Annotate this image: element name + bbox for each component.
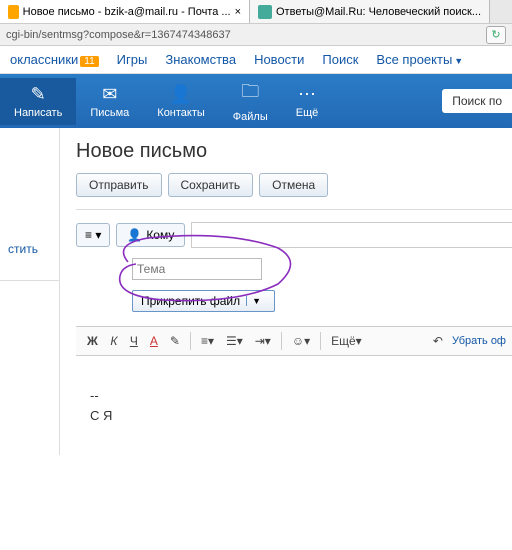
answers-favicon [258,5,272,19]
attach-row: Прикрепить файл ▼ [132,290,512,312]
folder-icon: 🗀 [233,79,268,109]
editor-toolbar: Ж К Ч А ✎ ≡▾ ☰▾ ⇥▾ ☺▾ Ещё▾ ↶ Убрать оф [76,326,512,356]
envelope-icon: ✉ [90,84,129,105]
mail-favicon [8,5,19,19]
toolbar-letters[interactable]: ✉ Письма [76,78,143,125]
toolbar-files[interactable]: 🗀 Файлы [219,73,282,129]
align-button[interactable]: ≡▾ [196,331,219,351]
chevron-down-icon[interactable]: ▼ [246,296,266,306]
separator [190,332,191,350]
nav-all-projects[interactable]: Все проекты▼ [376,52,463,67]
dots-icon: ⋯ [296,84,319,105]
text-color-button[interactable]: А [145,331,163,351]
nav-odnoklassniki[interactable]: оклассники11 [10,52,99,67]
address-bar[interactable]: cgi-bin/sentmsg?compose&r=1367474348637 [6,29,231,41]
subject-input[interactable] [132,258,262,280]
send-button[interactable]: Отправить [76,173,162,197]
more-button[interactable]: Ещё▾ [326,331,367,351]
toolbar-more[interactable]: ⋯ Ещё [282,78,333,125]
tab-compose[interactable]: Новое письмо - bzik-a@mail.ru - Почта ..… [0,0,250,23]
undo-icon[interactable]: ↶ [428,331,448,351]
divider [0,280,59,281]
list-button[interactable]: ☰▾ [221,331,248,351]
mail-toolbar: ✎ Написать ✉ Письма 👤 Контакты 🗀 Файлы ⋯… [0,74,512,128]
underline-button[interactable]: Ч [125,331,143,351]
compose-pane: Новое письмо Отправить Сохранить Отмена … [60,128,512,455]
tab-label: Ответы@Mail.Ru: Человеческий поиск... [276,6,481,18]
italic-button[interactable]: К [105,331,123,351]
sidebar: стить [0,128,60,455]
cancel-button[interactable]: Отмена [259,173,328,197]
priority-button[interactable]: ≡ ▾ [76,223,110,247]
indent-button[interactable]: ⇥▾ [250,331,276,351]
bg-color-button[interactable]: ✎ [165,331,185,351]
toolbar-contacts[interactable]: 👤 Контакты [143,78,219,125]
subject-row [132,258,512,280]
separator [320,332,321,350]
bold-button[interactable]: Ж [82,331,103,351]
separator [281,332,282,350]
reload-button[interactable]: ↻ [486,26,506,44]
nav-search[interactable]: Поиск [322,52,358,67]
remove-format-link[interactable]: Убрать оф [452,335,506,347]
attach-button[interactable]: Прикрепить файл ▼ [132,290,275,312]
chevron-down-icon: ▼ [454,56,463,66]
browser-tabs: Новое письмо - bzik-a@mail.ru - Почта ..… [0,0,512,24]
nav-news[interactable]: Новости [254,52,304,67]
person-icon: 👤 [157,84,205,105]
nav-dating[interactable]: Знакомства [165,52,236,67]
toolbar-compose[interactable]: ✎ Написать [0,78,76,125]
tab-answers[interactable]: Ответы@Mail.Ru: Человеческий поиск... [250,0,490,23]
to-input[interactable] [191,222,512,248]
address-bar-row: cgi-bin/sentmsg?compose&r=1367474348637 … [0,24,512,46]
tab-label: Новое письмо - bzik-a@mail.ru - Почта ..… [23,6,231,18]
action-row: Отправить Сохранить Отмена [76,173,512,210]
to-button[interactable]: 👤 Кому [116,223,185,247]
emoji-button[interactable]: ☺▾ [287,331,315,351]
portal-nav: оклассники11 Игры Знакомства Новости Пои… [0,46,512,74]
badge-count: 11 [80,56,98,67]
close-icon[interactable]: × [235,6,241,18]
to-row: ≡ ▾ 👤 Кому [76,222,512,248]
page-title: Новое письмо [76,140,512,163]
nav-games[interactable]: Игры [117,52,148,67]
person-icon: 👤 [127,228,142,242]
save-button[interactable]: Сохранить [168,173,254,197]
sidebar-clear[interactable]: стить [0,238,59,260]
search-button[interactable]: Поиск по [442,89,512,113]
pencil-icon: ✎ [14,84,62,105]
message-body[interactable]: -- С Я [76,356,512,455]
